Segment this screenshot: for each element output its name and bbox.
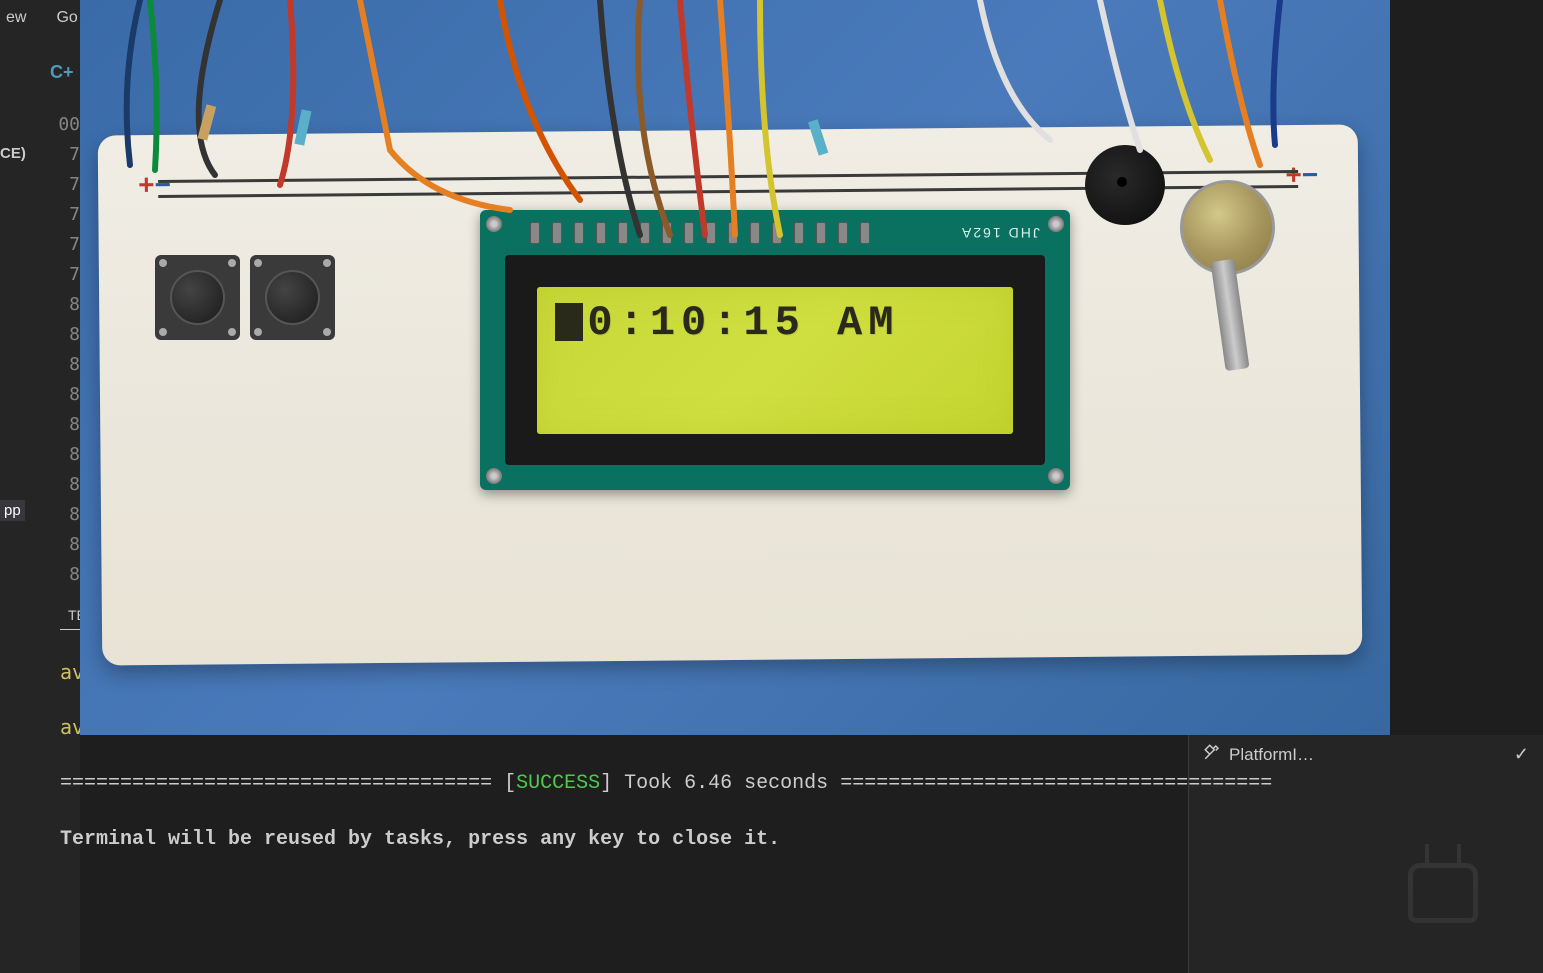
terminal-reuse-line: Terminal will be reused by tasks, press … [60,826,1373,854]
push-button-2 [250,255,335,340]
menu-bar: ew Go [0,0,84,35]
editor-tab-strip: C+ [30,55,74,90]
camera-overlay: + − + − JHD 162A [80,0,1390,735]
lcd-module: JHD 162A 0:10:15 AM [480,210,1070,490]
push-button-1 [155,255,240,340]
plus-sign-icon: + [138,169,155,201]
lcd-bezel: 0:10:15 AM [505,255,1045,465]
lcd-line-1: 0:10:15 AM [555,299,994,347]
explorer-section-fragment: CE) [0,145,26,162]
minus-sign-icon: − [154,169,171,201]
platformio-logo-icon [1383,863,1503,963]
editor-line-numbers: 00 7 7 7 7 7 8 8 8 8 8 8 8 8 8 8 [55,110,80,590]
plus-sign-icon: + [1285,159,1302,191]
menu-item-go[interactable]: Go [50,5,83,31]
terminal-output[interactable]: ==================================== [SU… [60,735,1373,854]
open-file-fragment[interactable]: pp [0,500,25,521]
minus-sign-icon: − [1302,159,1319,191]
lcd-screen: 0:10:15 AM [537,287,1012,434]
lcd-model-label: JHD 162A [960,225,1040,241]
lcd-header-pins [530,222,870,244]
potentiometer [1180,180,1275,275]
piezo-buzzer [1085,145,1165,225]
cpp-file-icon: C+ [50,62,74,83]
check-icon: ✓ [1514,744,1529,765]
terminal-success-line: ==================================== [SU… [60,770,1373,798]
lcd-cursor-block [555,303,583,341]
menu-item-view[interactable]: ew [0,5,32,31]
